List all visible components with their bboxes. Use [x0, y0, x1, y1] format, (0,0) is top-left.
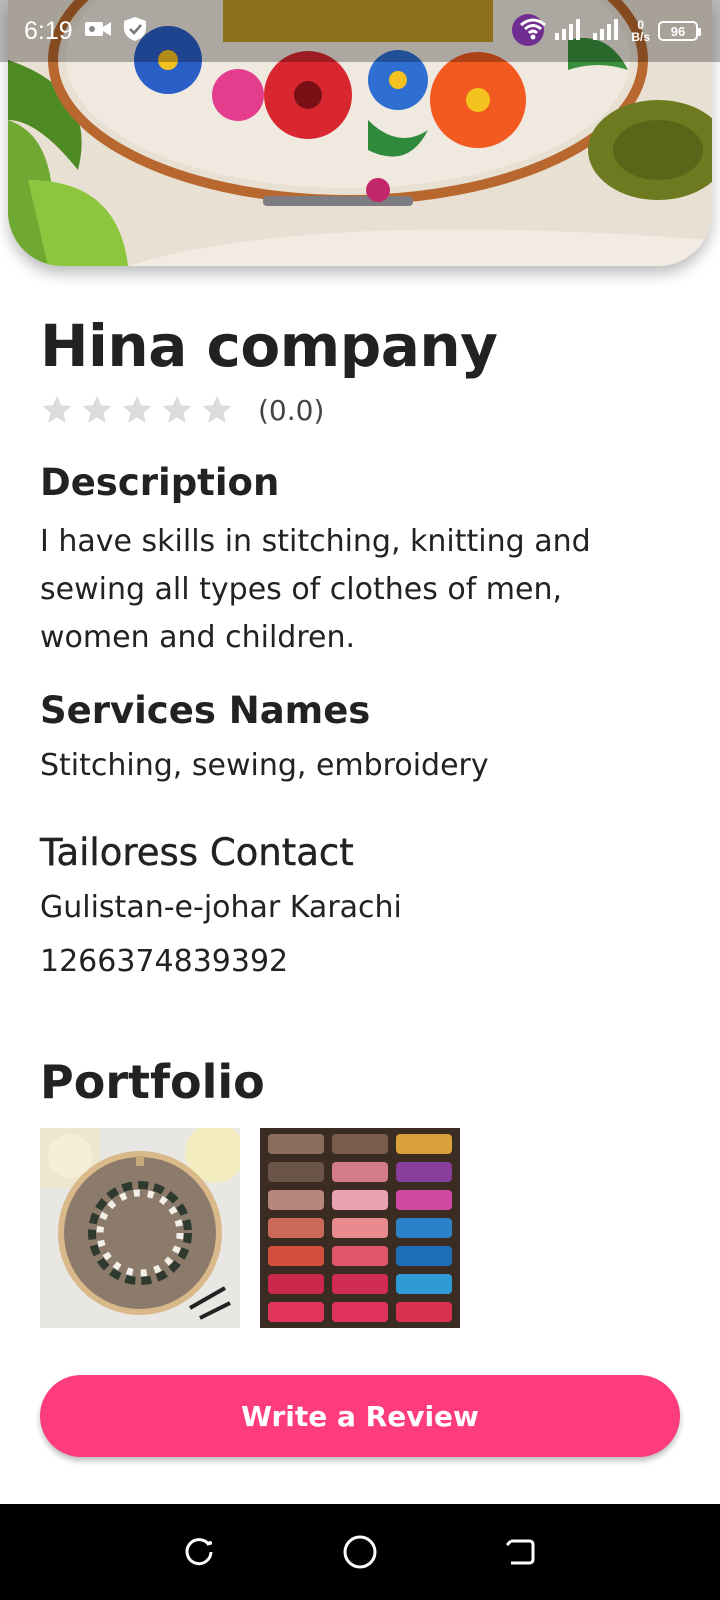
- signal-strength-icon: [555, 18, 585, 44]
- back-icon: [505, 1539, 535, 1565]
- portfolio-image-thread-spools[interactable]: [260, 1128, 460, 1328]
- contact-phone[interactable]: 1266374839392: [40, 938, 288, 986]
- system-navigation-bar: [0, 1504, 720, 1600]
- star-icon: [122, 395, 152, 423]
- services-text: Stitching, sewing, embroidery: [40, 748, 489, 783]
- status-time: 6:19: [24, 16, 73, 45]
- recent-apps-button[interactable]: [180, 1532, 220, 1572]
- portfolio-gallery: [40, 1128, 460, 1328]
- description-text: I have skills in stitching, knitting and…: [40, 524, 591, 655]
- status-bar: 6:19 0 B/s 96: [0, 0, 720, 62]
- rating-value: (0.0): [258, 393, 325, 427]
- back-button[interactable]: [500, 1532, 540, 1572]
- write-review-button[interactable]: Write a Review: [40, 1375, 680, 1457]
- contact-heading: Tailoress Contact: [40, 831, 354, 874]
- signal-strength-icon-2: [593, 18, 623, 44]
- network-speed: 0 B/s: [631, 19, 650, 43]
- contact-address: Gulistan-e-johar Karachi: [40, 890, 402, 925]
- star-icon: [162, 395, 192, 423]
- video-camera-icon: [84, 20, 111, 42]
- description-heading: Description: [40, 461, 280, 504]
- portfolio-heading: Portfolio: [40, 1055, 265, 1109]
- provider-details: Hina company (0.0) Description I have sk…: [40, 310, 680, 1328]
- rating-row: (0.0): [40, 388, 680, 432]
- home-button[interactable]: [340, 1532, 380, 1572]
- portfolio-image-embroidery-hoop[interactable]: [40, 1128, 240, 1328]
- home-circle-icon: [343, 1535, 377, 1569]
- star-icon: [82, 395, 112, 423]
- network-speed-unit: B/s: [631, 30, 650, 44]
- services-heading: Services Names: [40, 689, 371, 732]
- star-rating: [40, 393, 234, 427]
- star-icon: [42, 395, 72, 423]
- shield-check-icon: [123, 16, 147, 46]
- wifi-icon: [519, 18, 547, 44]
- battery-indicator: 96: [658, 21, 701, 41]
- page-title: Hina company: [40, 312, 498, 380]
- recent-apps-icon: [185, 1538, 213, 1566]
- star-icon: [202, 395, 232, 423]
